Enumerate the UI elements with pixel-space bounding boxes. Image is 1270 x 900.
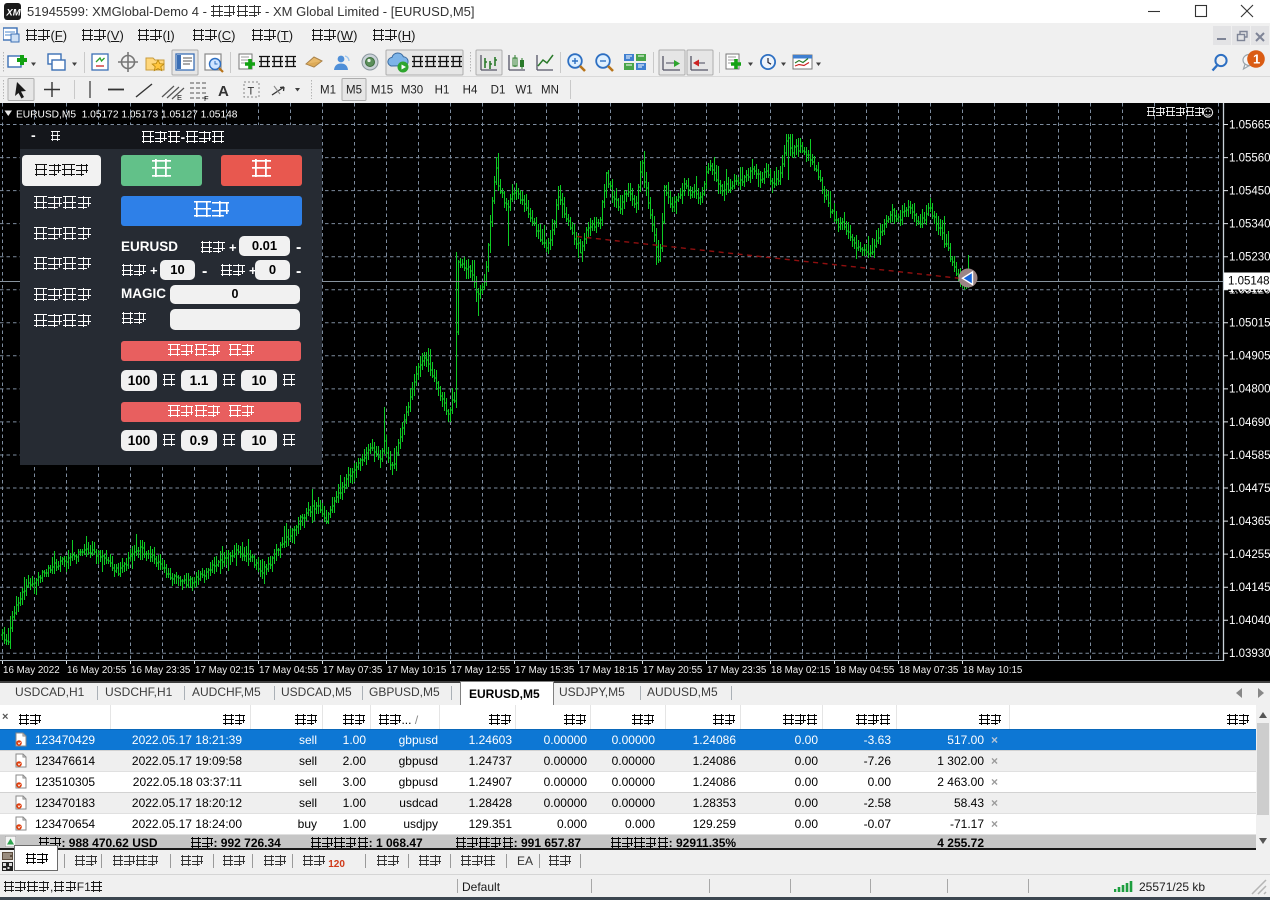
svg-text:16 May 20:55: 16 May 20:55	[67, 665, 127, 676]
svg-text:MN: MN	[541, 85, 559, 97]
svg-text:17 May 07:35: 17 May 07:35	[323, 665, 383, 676]
svg-text:17 May 02:15: 17 May 02:15	[195, 665, 255, 676]
svg-text:18 May 04:55: 18 May 04:55	[835, 665, 895, 676]
svg-text:1.05230: 1.05230	[1229, 252, 1270, 264]
svg-text:H4: H4	[463, 85, 478, 97]
svg-text:17 May 12:55: 17 May 12:55	[451, 665, 511, 676]
svg-text:1.04690: 1.04690	[1229, 417, 1270, 429]
svg-text:16 May 2022: 16 May 2022	[3, 665, 60, 676]
svg-text:1.04040: 1.04040	[1229, 615, 1270, 627]
svg-text:F: F	[204, 94, 209, 103]
svg-text:A: A	[218, 83, 229, 100]
svg-text:T: T	[248, 86, 255, 98]
svg-text:17 May 15:35: 17 May 15:35	[515, 665, 575, 676]
svg-text:M5: M5	[346, 85, 362, 97]
svg-text:1.05340: 1.05340	[1229, 218, 1270, 230]
svg-text:1.05560: 1.05560	[1229, 152, 1270, 164]
svg-text:1: 1	[1253, 52, 1260, 67]
svg-text:17 May 23:35: 17 May 23:35	[707, 665, 767, 676]
svg-text:E: E	[177, 93, 182, 102]
svg-text:1.04365: 1.04365	[1229, 516, 1270, 528]
svg-text:17 May 10:15: 17 May 10:15	[387, 665, 447, 676]
svg-text:17 May 20:55: 17 May 20:55	[643, 665, 703, 676]
svg-text:1.04905: 1.04905	[1229, 351, 1270, 363]
svg-text:M15: M15	[371, 85, 393, 97]
svg-text:18 May 10:15: 18 May 10:15	[963, 665, 1023, 676]
svg-text:18 May 02:15: 18 May 02:15	[771, 665, 831, 676]
svg-text:1.04145: 1.04145	[1229, 582, 1270, 594]
svg-text:17 May 18:15: 17 May 18:15	[579, 665, 639, 676]
svg-text:1.04475: 1.04475	[1229, 483, 1270, 495]
svg-text:D1: D1	[491, 85, 506, 97]
svg-text:1.05015: 1.05015	[1229, 318, 1270, 330]
svg-text:XM: XM	[5, 8, 21, 19]
svg-text:1.04800: 1.04800	[1229, 384, 1270, 396]
svg-text:1.03930: 1.03930	[1229, 648, 1270, 660]
svg-text:1.04585: 1.04585	[1229, 450, 1270, 462]
svg-text:1.04255: 1.04255	[1229, 549, 1270, 561]
svg-text:M1: M1	[320, 85, 336, 97]
svg-text:17 May 04:55: 17 May 04:55	[259, 665, 319, 676]
svg-text:1.05450: 1.05450	[1229, 185, 1270, 197]
svg-text:16 May 23:35: 16 May 23:35	[131, 665, 191, 676]
svg-text:EURUSD,M5 1.05172 1.05173 1.0: EURUSD,M5 1.05172 1.05173 1.05127 1.0514…	[16, 110, 238, 121]
svg-text:1.05665: 1.05665	[1229, 119, 1270, 131]
svg-text:18 May 07:35: 18 May 07:35	[899, 665, 959, 676]
svg-text:1.05148: 1.05148	[1228, 276, 1270, 288]
svg-text:H1: H1	[435, 85, 450, 97]
svg-text:M30: M30	[401, 85, 423, 97]
svg-text:W1: W1	[515, 85, 532, 97]
